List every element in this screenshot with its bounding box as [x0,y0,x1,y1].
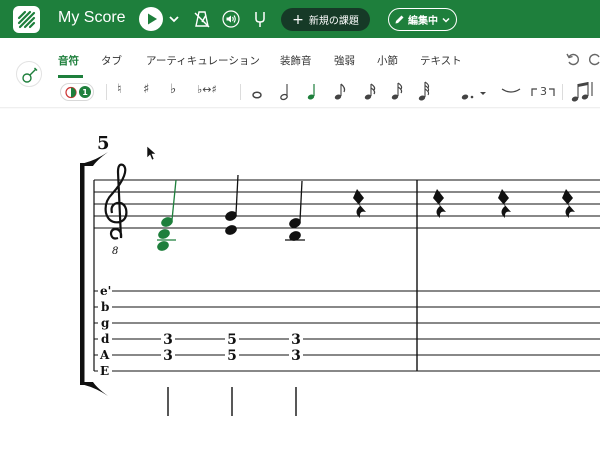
tab-fret[interactable]: 3 [291,348,301,364]
tab-stems [167,387,297,416]
mouse-cursor-icon [146,145,157,161]
tab-string-label: d [101,332,110,346]
tab-string-label: g [101,316,110,330]
tab-fret[interactable]: 3 [291,332,301,348]
tab-fret[interactable]: 5 [227,348,237,364]
tab-fret[interactable]: 3 [163,348,173,364]
treble-clef-icon [104,163,128,240]
score-canvas[interactable]: 8 e' b g d A E 3 3 5 5 3 3 [0,0,600,455]
app-window: My Score + 新規の課題 編集中 音符 タブ アーティキュレーション 装… [0,0,600,455]
chord-2[interactable] [224,174,239,237]
tab-fret[interactable]: 3 [163,332,173,348]
octave-marker: 8 [112,246,118,257]
chord-3[interactable] [285,180,305,243]
tab-string-label: A [99,348,110,362]
tab-string-label: e' [100,284,111,298]
tab-string-label: E [100,364,109,378]
tab-fret[interactable]: 5 [227,332,237,348]
tab-string-label: b [101,300,109,314]
